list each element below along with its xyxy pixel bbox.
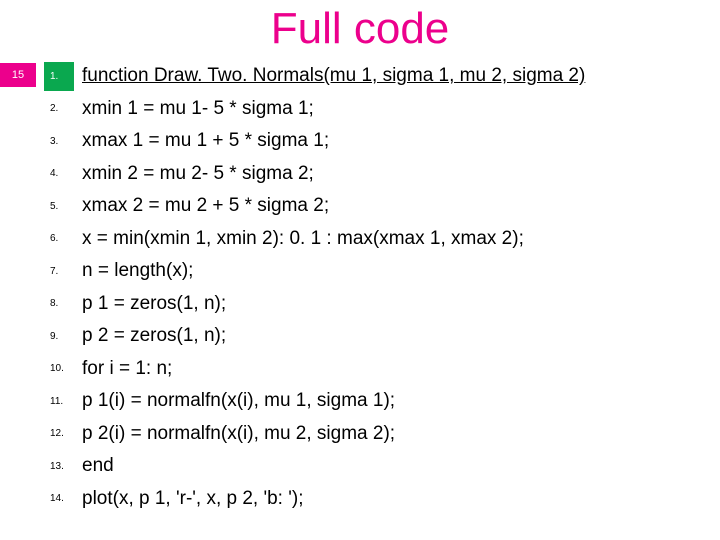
code-line: 7.n = length(x); (44, 255, 720, 288)
line-code: x = min(xmin 1, xmin 2): 0. 1 : max(xmax… (82, 228, 720, 250)
line-code: p 1 = zeros(1, n); (82, 293, 720, 315)
code-line: 13.end (44, 450, 720, 483)
code-line: 2.xmin 1 = mu 1- 5 * sigma 1; (44, 93, 720, 126)
line-code: p 1(i) = normalfn(x(i), mu 1, sigma 1); (82, 390, 720, 412)
line-code: n = length(x); (82, 260, 720, 282)
code-line: 12.p 2(i) = normalfn(x(i), mu 2, sigma 2… (44, 418, 720, 451)
line-code: p 2(i) = normalfn(x(i), mu 2, sigma 2); (82, 423, 720, 445)
code-line: 5.xmax 2 = mu 2 + 5 * sigma 2; (44, 190, 720, 223)
code-line: 6.x = min(xmin 1, xmin 2): 0. 1 : max(xm… (44, 223, 720, 256)
line-code: xmax 1 = mu 1 + 5 * sigma 1; (82, 130, 720, 152)
line-number: 14. (44, 493, 82, 504)
code-line: 8.p 1 = zeros(1, n); (44, 288, 720, 321)
line-code: function Draw. Two. Normals(mu 1, sigma … (82, 65, 720, 87)
line-number: 6. (44, 233, 82, 244)
code-line: 9.p 2 = zeros(1, n); (44, 320, 720, 353)
line-number: 8. (44, 298, 82, 309)
content-row: 15 1.function Draw. Two. Normals(mu 1, s… (0, 60, 720, 515)
code-line: 14.plot(x, p 1, 'r-', x, p 2, 'b: '); (44, 483, 720, 516)
code-line: 3.xmax 1 = mu 1 + 5 * sigma 1; (44, 125, 720, 158)
line-number: 13. (44, 461, 82, 472)
code-line: 4.xmin 2 = mu 2- 5 * sigma 2; (44, 158, 720, 191)
line-code: xmax 2 = mu 2 + 5 * sigma 2; (82, 195, 720, 217)
code-line: 10.for i = 1: n; (44, 353, 720, 386)
line-code: for i = 1: n; (82, 358, 720, 380)
line-number: 10. (44, 363, 82, 374)
line-number: 9. (44, 331, 82, 342)
code-line: 11.p 1(i) = normalfn(x(i), mu 1, sigma 1… (44, 385, 720, 418)
slide-title: Full code (0, 0, 720, 60)
code-list: 1.function Draw. Two. Normals(mu 1, sigm… (36, 60, 720, 515)
slide-number-badge: 15 (0, 63, 36, 87)
line-number: 12. (44, 428, 82, 439)
line-code: xmin 1 = mu 1- 5 * sigma 1; (82, 98, 720, 120)
line-code: p 2 = zeros(1, n); (82, 325, 720, 347)
line-number: 11. (44, 396, 82, 407)
line-number: 3. (44, 136, 82, 147)
line-number: 5. (44, 201, 82, 212)
line-code: plot(x, p 1, 'r-', x, p 2, 'b: '); (82, 488, 720, 510)
line-code: xmin 2 = mu 2- 5 * sigma 2; (82, 163, 720, 185)
line-code: end (82, 455, 720, 477)
line-number: 2. (44, 103, 82, 114)
code-line: 1.function Draw. Two. Normals(mu 1, sigm… (44, 60, 720, 93)
line-number: 4. (44, 168, 82, 179)
line-number: 7. (44, 266, 82, 277)
line-number: 1. (44, 71, 82, 82)
